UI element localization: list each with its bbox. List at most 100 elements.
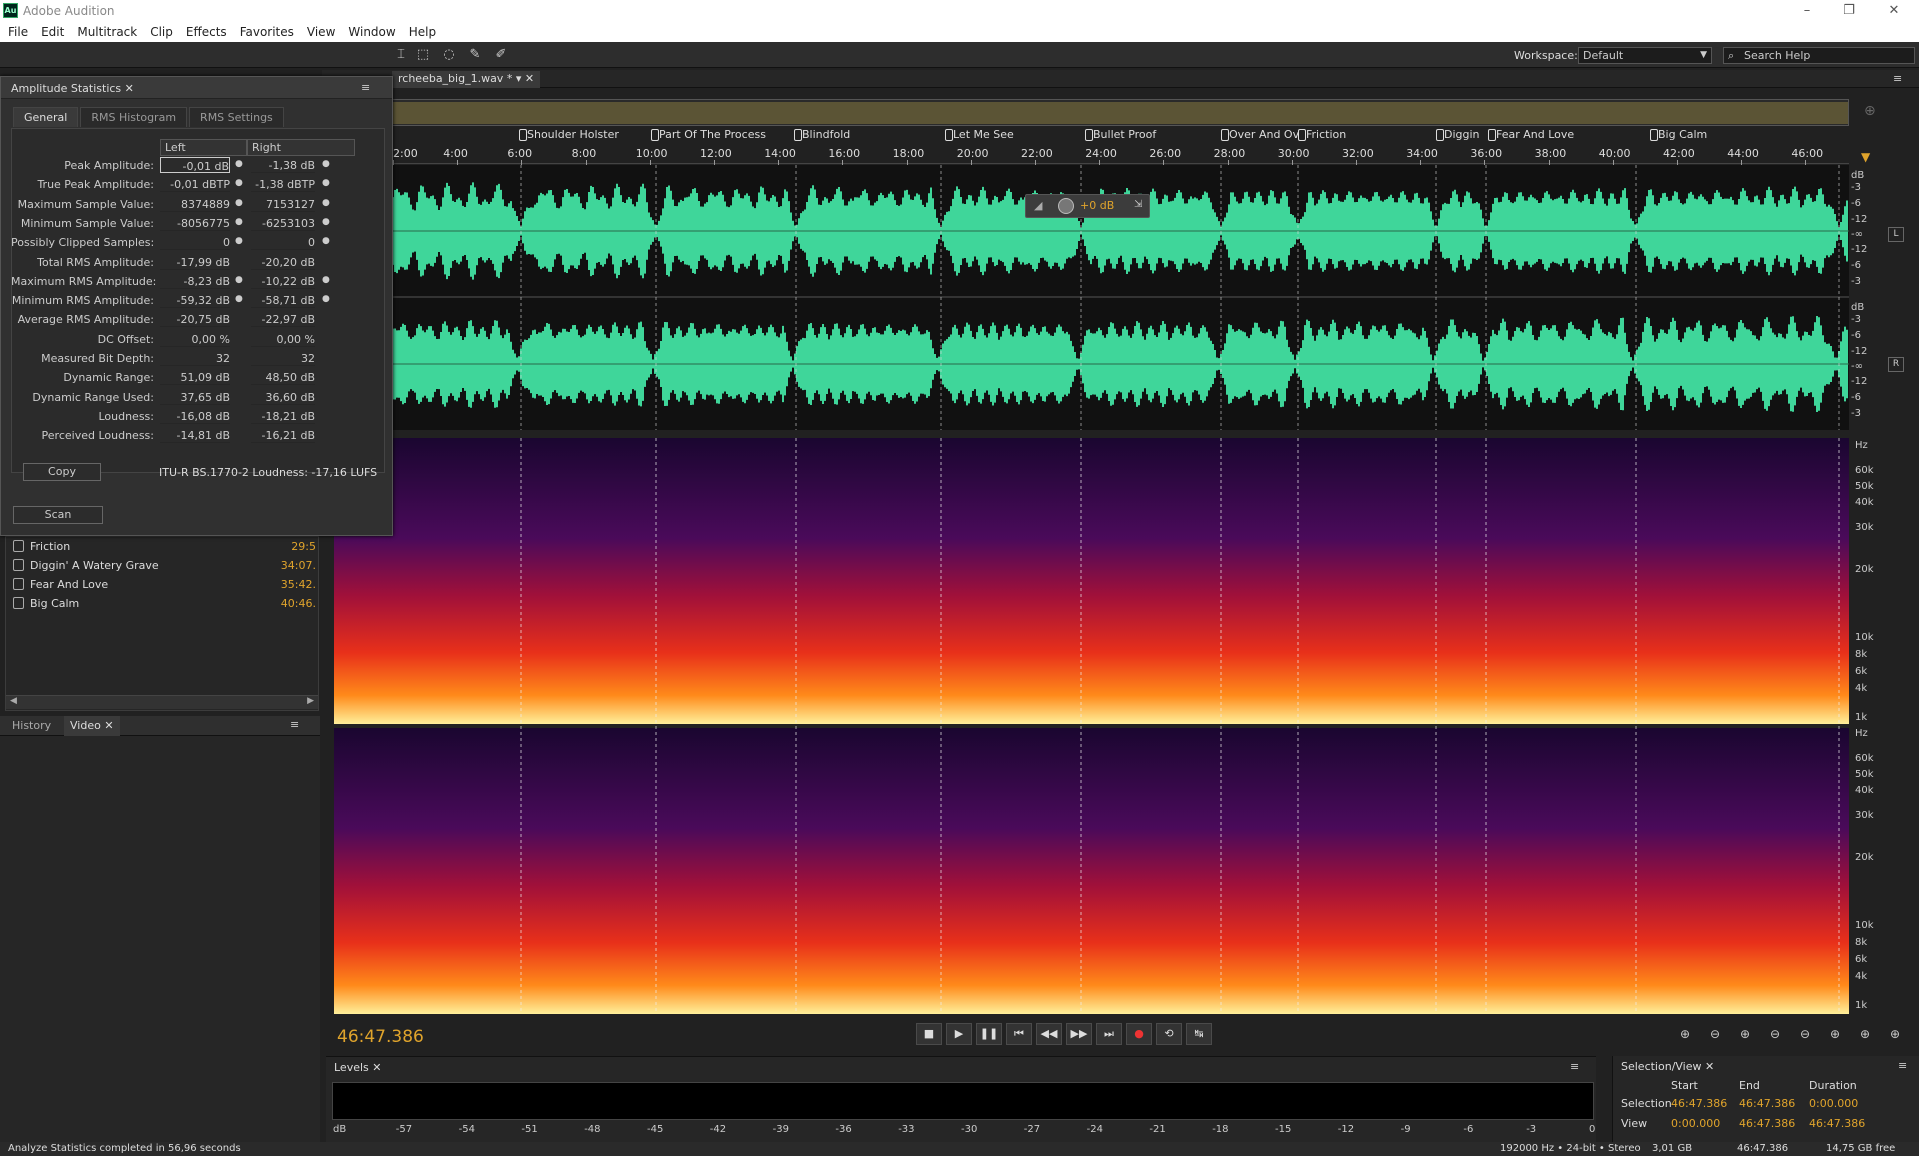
spot-healing-tool-icon[interactable]: ✐ — [492, 47, 510, 63]
waveform-overview[interactable] — [391, 99, 1849, 126]
locate-icon[interactable]: ● — [235, 178, 243, 188]
marker-over-and-over[interactable]: Over And Ov — [1221, 128, 1299, 141]
spectral-display[interactable] — [334, 438, 1849, 1014]
current-time-display[interactable]: 46:47.386 — [337, 1027, 424, 1047]
locate-icon[interactable]: ● — [235, 217, 243, 227]
marker-bullet-proof[interactable]: Bullet Proof — [1085, 128, 1156, 141]
marker-big-calm[interactable]: Big Calm — [1650, 128, 1707, 141]
locate-icon[interactable]: ● — [322, 178, 330, 188]
tab-rms-settings[interactable]: RMS Settings — [189, 107, 284, 127]
time-selection-tool-icon[interactable]: ⌶ — [392, 47, 410, 63]
copy-button[interactable]: Copy — [23, 463, 101, 481]
fast-forward-button[interactable]: ▶▶ — [1066, 1023, 1092, 1045]
channel-right-button[interactable]: R — [1888, 357, 1904, 372]
selection-duration[interactable]: 0:00.000 — [1809, 1097, 1858, 1110]
zoom-out-amplitude-icon[interactable]: ⊖ — [1704, 1027, 1726, 1043]
panel-menu-icon[interactable]: ≡ — [1893, 72, 1902, 85]
pin-icon[interactable]: ⇲ — [1134, 199, 1142, 210]
horizontal-scrollbar[interactable]: ◀ ▶ — [6, 695, 318, 709]
locate-icon[interactable]: ● — [322, 217, 330, 227]
scroll-left-icon[interactable]: ◀ — [10, 696, 17, 706]
marker-let-me-see[interactable]: Let Me See — [945, 128, 1014, 141]
stop-button[interactable]: ■ — [916, 1023, 942, 1045]
marker-shoulder-holster[interactable]: Shoulder Holster — [519, 128, 619, 141]
menu-view[interactable]: View — [307, 25, 335, 39]
locate-icon[interactable]: ● — [322, 198, 330, 208]
list-item[interactable]: Fear And Love 35:42. — [6, 575, 318, 594]
lasso-tool-icon[interactable]: ◌ — [440, 47, 458, 63]
play-button[interactable]: ▶ — [946, 1023, 972, 1045]
view-duration[interactable]: 46:47.386 — [1809, 1117, 1865, 1130]
marker-diggin[interactable]: Diggin — [1436, 128, 1480, 141]
menu-favorites[interactable]: Favorites — [240, 25, 294, 39]
panel-menu-icon[interactable]: ≡ — [361, 81, 370, 94]
workspace-select[interactable]: Default ▼ — [1578, 47, 1712, 64]
locate-icon[interactable]: ● — [322, 294, 330, 304]
editor-file-tab[interactable]: rcheeba_big_1.wav * ▾ ✕ — [392, 71, 541, 88]
zoom-in-point-icon[interactable]: ⊕ — [1824, 1027, 1846, 1043]
minimize-button[interactable]: – — [1792, 2, 1822, 20]
zoom-navigator-icon[interactable]: ⊕ — [1864, 103, 1876, 119]
tab-general[interactable]: General — [13, 107, 79, 127]
zoom-in-time-icon[interactable]: ⊕ — [1734, 1027, 1756, 1043]
marker-fear-and-love[interactable]: Fear And Love — [1488, 128, 1574, 141]
panel-menu-icon[interactable]: ≡ — [290, 718, 299, 731]
menu-multitrack[interactable]: Multitrack — [77, 25, 137, 39]
move-to-next-button[interactable]: ⏭ — [1096, 1023, 1122, 1045]
marker-part-of-the-process[interactable]: Part Of The Process — [651, 128, 766, 141]
menu-effects[interactable]: Effects — [186, 25, 227, 39]
volume-knob[interactable] — [1058, 198, 1074, 214]
marker-time[interactable]: 40:46. — [281, 597, 316, 610]
marker-time[interactable]: 29:5 — [291, 540, 316, 553]
tab-video[interactable]: Video ✕ — [64, 716, 120, 736]
locate-icon[interactable]: ● — [322, 236, 330, 246]
menu-window[interactable]: Window — [348, 25, 395, 39]
locate-icon[interactable]: ● — [235, 198, 243, 208]
menu-edit[interactable]: Edit — [41, 25, 64, 39]
selection-end[interactable]: 46:47.386 — [1739, 1097, 1795, 1110]
marker-blindfold[interactable]: Blindfold — [794, 128, 850, 141]
panel-menu-icon[interactable]: ≡ — [1898, 1059, 1907, 1072]
menu-clip[interactable]: Clip — [150, 25, 173, 39]
menu-file[interactable]: File — [8, 25, 28, 39]
locate-icon[interactable]: ● — [322, 275, 330, 285]
brush-tool-icon[interactable]: ✎ — [466, 47, 484, 63]
list-item[interactable]: Big Calm 40:46. — [6, 594, 318, 613]
zoom-out-full-icon[interactable]: ⊖ — [1794, 1027, 1816, 1043]
tab-history[interactable]: History — [6, 716, 57, 736]
channel-left-button[interactable]: L — [1888, 227, 1904, 242]
zoom-full-icon[interactable]: ⊕ — [1884, 1027, 1906, 1043]
selection-start[interactable]: 46:47.386 — [1671, 1097, 1727, 1110]
scan-button[interactable]: Scan — [13, 506, 103, 524]
tab-rms-histogram[interactable]: RMS Histogram — [80, 107, 188, 127]
locate-icon[interactable]: ● — [235, 275, 243, 285]
loop-button[interactable]: ⟲ — [1156, 1023, 1182, 1045]
close-window-button[interactable]: ✕ — [1879, 2, 1909, 20]
maximize-button[interactable]: ❐ — [1834, 2, 1864, 20]
locate-icon[interactable]: ● — [235, 294, 243, 304]
menu-help[interactable]: Help — [409, 25, 436, 39]
view-start[interactable]: 0:00.000 — [1671, 1117, 1720, 1130]
locate-icon[interactable]: ● — [235, 159, 243, 169]
zoom-in-amplitude-icon[interactable]: ⊕ — [1674, 1027, 1696, 1043]
rewind-button[interactable]: ◀◀ — [1036, 1023, 1062, 1045]
zoom-selection-icon[interactable]: ⊕ — [1854, 1027, 1876, 1043]
playhead-icon[interactable]: ▼ — [1861, 150, 1870, 164]
scroll-right-icon[interactable]: ▶ — [307, 696, 314, 706]
zoom-out-time-icon[interactable]: ⊖ — [1764, 1027, 1786, 1043]
list-item[interactable]: Friction 29:5 — [6, 537, 318, 556]
overview-view-range[interactable] — [392, 102, 1848, 124]
close-tab-icon[interactable]: ▾ ✕ — [516, 72, 534, 85]
skip-selection-button[interactable]: ↹ — [1186, 1023, 1212, 1045]
record-button[interactable]: ● — [1126, 1023, 1152, 1045]
search-help-input[interactable]: ⌕ Search Help — [1723, 47, 1915, 64]
marker-time[interactable]: 35:42. — [281, 578, 316, 591]
move-to-previous-button[interactable]: ⏮ — [1006, 1023, 1032, 1045]
panel-menu-icon[interactable]: ≡ — [1570, 1060, 1579, 1073]
marquee-tool-icon[interactable]: ⬚ — [414, 47, 432, 63]
marker-time[interactable]: 34:07. — [281, 559, 316, 572]
pause-button[interactable]: ❚❚ — [976, 1023, 1002, 1045]
view-end[interactable]: 46:47.386 — [1739, 1117, 1795, 1130]
marker-friction[interactable]: Friction — [1298, 128, 1346, 141]
list-item[interactable]: Diggin' A Watery Grave 34:07. — [6, 556, 318, 575]
